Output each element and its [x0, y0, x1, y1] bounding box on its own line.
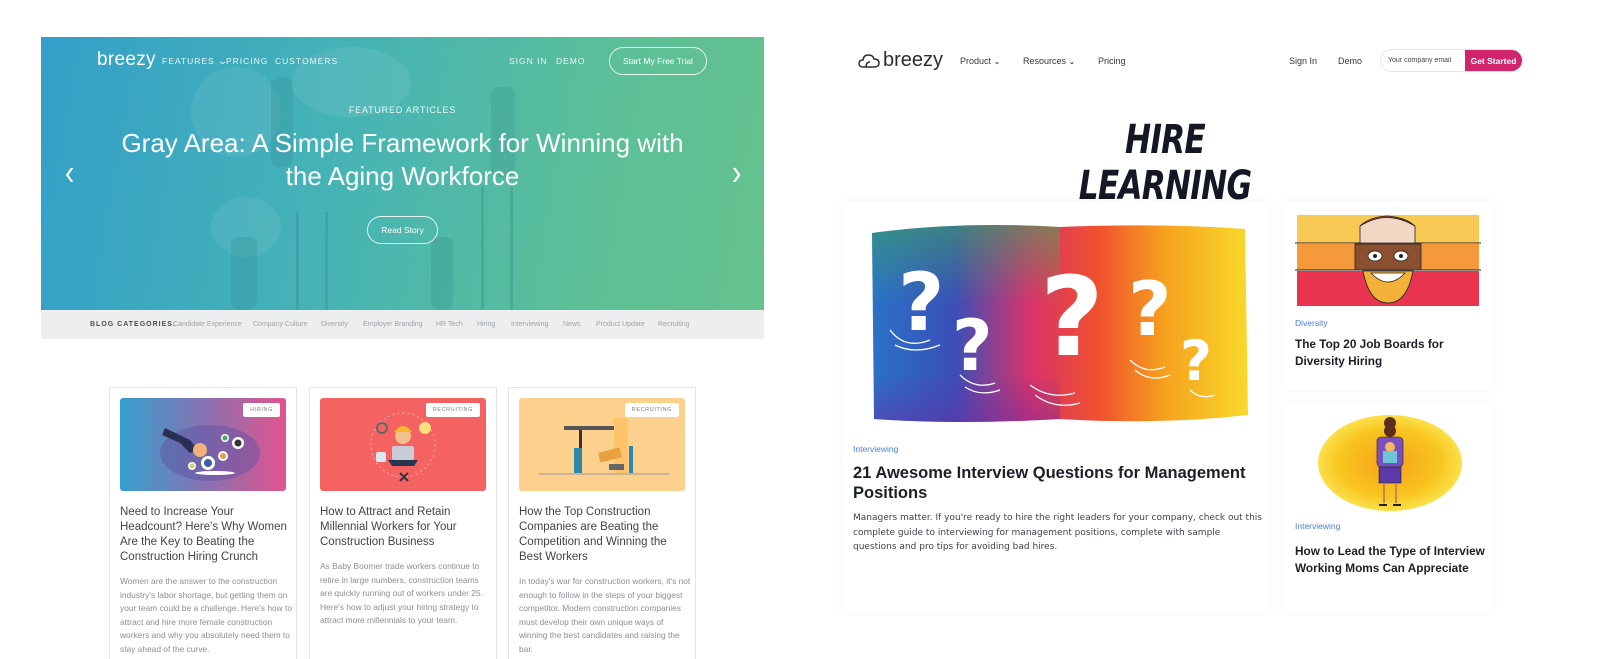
nav-resources[interactable]: Resources ⌄ [1023, 56, 1075, 66]
nav-demo[interactable]: DEMO [556, 56, 586, 66]
nav-product[interactable]: Product ⌄ [960, 56, 1000, 66]
category-link[interactable]: Company Culture [253, 321, 307, 328]
signup-form: Get Started [1380, 49, 1523, 72]
breezy-logo[interactable]: breezy [858, 49, 943, 72]
logo-text: breezy [883, 49, 944, 71]
side-article-title[interactable]: How to Lead the Type of Interview Workin… [1295, 543, 1485, 577]
article-excerpt: In today's war for construction workers,… [519, 576, 691, 654]
chevron-down-icon: ⌄ [1069, 59, 1075, 66]
category-link[interactable]: Employer Branding [363, 321, 423, 328]
category-link[interactable]: Diversity [321, 321, 348, 328]
page: breezy FEATURES ⌄ PRICING CUSTOMERS SIGN … [0, 0, 1600, 659]
chevron-left-icon[interactable]: ‹ [65, 152, 74, 194]
diversity-face-illustration [1295, 215, 1481, 306]
svg-text:?: ? [1180, 329, 1212, 393]
nav-sign-in[interactable]: Sign In [1289, 56, 1317, 66]
category-badge: RECRUITING [425, 403, 480, 417]
nav-customers[interactable]: CUSTOMERS [275, 56, 338, 66]
page-title: HIRE LEARNING [1078, 117, 1252, 209]
article-card[interactable]: RECRUITING How to Attract and Retain Mil… [309, 387, 497, 659]
nav-pricing[interactable]: Pricing [1098, 56, 1126, 66]
cloud-icon [858, 53, 880, 68]
breezy-logo[interactable]: breezy [97, 49, 156, 71]
article-title[interactable]: Need to Increase Your Headcount? Here's … [120, 505, 290, 565]
article-category-tag[interactable]: Interviewing [853, 444, 898, 454]
chevron-down-icon: ⌄ [994, 59, 1000, 66]
article-category-tag[interactable]: Interviewing [1295, 521, 1340, 531]
question-marks-watercolor-image: ? ? ? ? ? [872, 225, 1248, 422]
article-title[interactable]: How to Attract and Retain Millennial Wor… [320, 505, 490, 550]
person-illustration [431, 237, 453, 310]
old-blog-screenshot: breezy FEATURES ⌄ PRICING CUSTOMERS SIGN … [41, 37, 764, 659]
category-badge: RECRUITING [624, 403, 679, 417]
nav-resources-label: Resources [1023, 56, 1067, 66]
featured-article-title[interactable]: 21 Awesome Interview Questions for Manag… [853, 463, 1263, 503]
article-category-tag[interactable]: Diversity [1295, 318, 1328, 328]
category-link[interactable]: Recruiting [658, 321, 690, 328]
hero-banner: breezy FEATURES ⌄ PRICING CUSTOMERS SIGN … [41, 37, 764, 310]
start-free-trial-button[interactable]: Start My Free Trial [609, 47, 707, 75]
svg-text:?: ? [952, 305, 993, 387]
featured-article-card[interactable]: ? ? ? ? ? Interviewing 21 Awesome Interv… [842, 201, 1270, 612]
svg-text:?: ? [1040, 253, 1104, 381]
category-badge: HIRING [243, 403, 280, 417]
featured-articles-label: FEATURED ARTICLES [348, 105, 457, 115]
article-excerpt: As Baby Boomer trade workers continue to… [320, 561, 483, 625]
company-email-input[interactable] [1381, 50, 1465, 71]
side-article-card[interactable]: Diversity The Top 20 Job Boards for Dive… [1283, 201, 1493, 391]
article-title[interactable]: How the Top Construction Companies are B… [519, 505, 689, 565]
category-link[interactable]: News [563, 321, 581, 328]
nav-demo[interactable]: Demo [1338, 56, 1362, 66]
nav-pricing[interactable]: PRICING [226, 56, 268, 66]
person-illustration [231, 237, 257, 310]
article-thumbnail: RECRUITING [320, 398, 486, 491]
category-link[interactable]: Interviewing [511, 321, 548, 328]
category-link[interactable]: HR Tech [436, 321, 463, 328]
article-card[interactable]: HIRING Need to Increase Your Headcount? … [109, 387, 297, 659]
old-top-nav: breezy FEATURES ⌄ PRICING CUSTOMERS SIGN … [41, 37, 764, 87]
ladder-illustration [296, 212, 328, 310]
ladder-illustration [481, 187, 513, 310]
blog-categories-label: BLOG CATEGORIES: [90, 321, 177, 328]
new-blog-screenshot: breezy Product ⌄ Resources ⌄ Pricing Sign … [830, 37, 1600, 659]
article-thumbnail: RECRUITING [519, 398, 685, 491]
category-link[interactable]: Candidate Experience [173, 321, 242, 328]
blog-categories-bar: BLOG CATEGORIES: Candidate Experience Co… [41, 310, 764, 339]
article-card[interactable]: RECRUITING How the Top Construction Comp… [508, 387, 696, 659]
category-link[interactable]: Hiring [477, 321, 495, 328]
featured-article-excerpt: Managers matter. If you're ready to hire… [853, 513, 1262, 552]
side-article-title[interactable]: The Top 20 Job Boards for Diversity Hiri… [1295, 336, 1485, 370]
nav-features-label: FEATURES [162, 56, 215, 66]
side-article-card[interactable]: Interviewing How to Lead the Type of Int… [1283, 403, 1493, 612]
chevron-right-icon[interactable]: › [732, 152, 741, 194]
svg-text:?: ? [898, 256, 944, 349]
nav-product-label: Product [960, 56, 992, 66]
category-link[interactable]: Product Update [596, 321, 645, 328]
working-mom-illustration [1318, 415, 1462, 511]
nav-features[interactable]: FEATURES ⌄ [162, 56, 228, 67]
hero-title[interactable]: Gray Area: A Simple Framework for Winnin… [101, 127, 704, 193]
get-started-button[interactable]: Get Started [1465, 50, 1522, 71]
nav-sign-in[interactable]: SIGN IN [509, 56, 548, 66]
article-excerpt: Women are the answer to the construction… [120, 576, 292, 654]
read-story-button[interactable]: Read Story [367, 216, 438, 244]
article-thumbnail: HIRING [120, 398, 286, 491]
svg-text:?: ? [1128, 265, 1172, 353]
